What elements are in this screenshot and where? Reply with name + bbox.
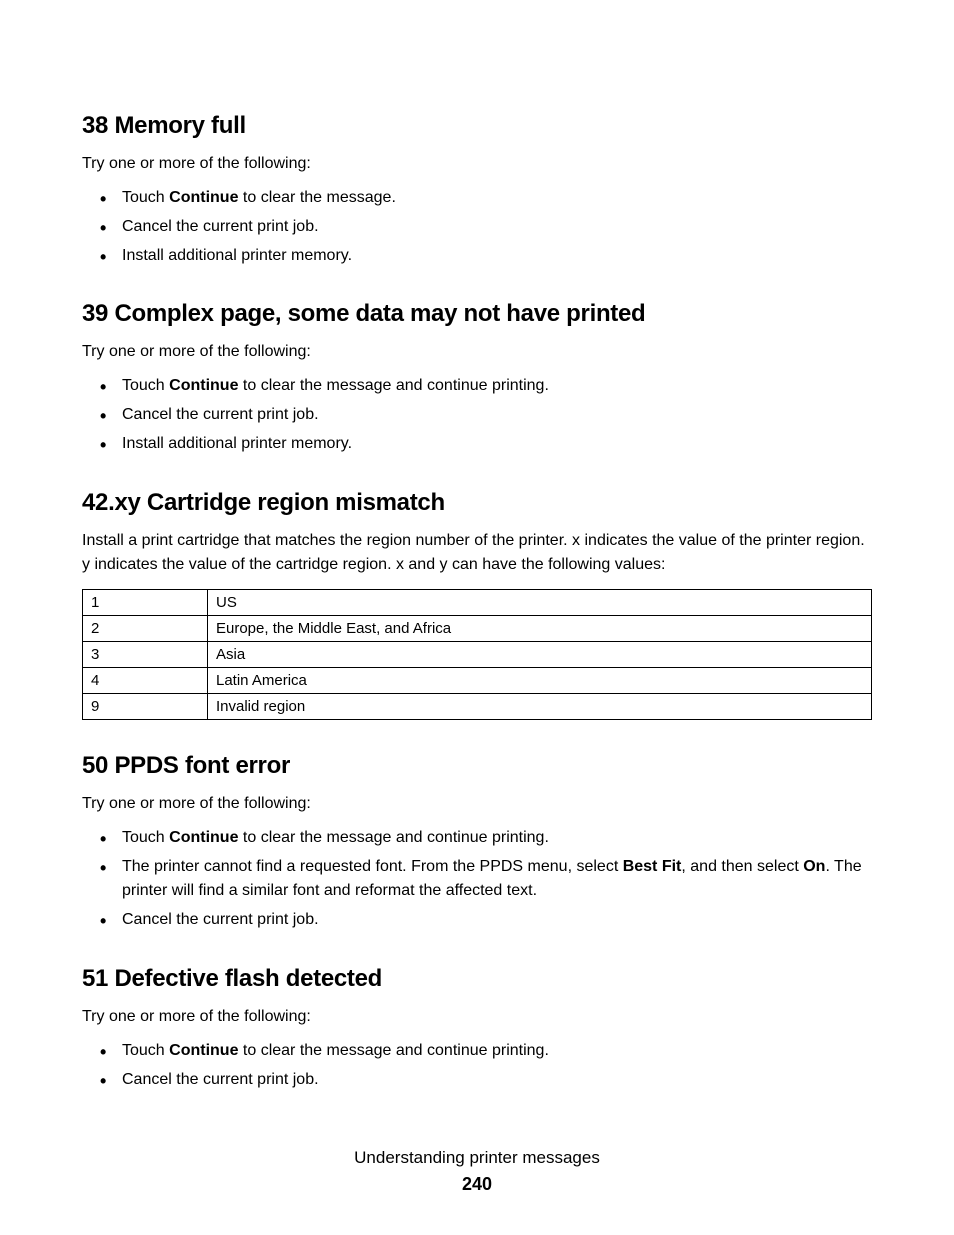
cell-code: 3 bbox=[83, 641, 208, 667]
list-item: Cancel the current print job. bbox=[110, 908, 872, 933]
region-table: 1US 2Europe, the Middle East, and Africa… bbox=[82, 589, 872, 720]
footer-page-number: 240 bbox=[0, 1174, 954, 1195]
cell-region: Latin America bbox=[208, 667, 872, 693]
cell-code: 9 bbox=[83, 693, 208, 719]
list-item: Cancel the current print job. bbox=[110, 403, 872, 428]
intro-50: Try one or more of the following: bbox=[82, 792, 872, 816]
list-item: Touch Continue to clear the message and … bbox=[110, 826, 872, 851]
cell-region: Asia bbox=[208, 641, 872, 667]
cell-code: 4 bbox=[83, 667, 208, 693]
table-row: 9Invalid region bbox=[83, 693, 872, 719]
intro-38: Try one or more of the following: bbox=[82, 152, 872, 176]
list-item: The printer cannot find a requested font… bbox=[110, 855, 872, 905]
list-38: Touch Continue to clear the message. Can… bbox=[82, 186, 872, 268]
heading-39: 39 Complex page, some data may not have … bbox=[82, 300, 872, 328]
list-item: Touch Continue to clear the message and … bbox=[110, 374, 872, 399]
table-row: 3Asia bbox=[83, 641, 872, 667]
intro-51: Try one or more of the following: bbox=[82, 1005, 872, 1029]
footer-title: Understanding printer messages bbox=[0, 1148, 954, 1168]
list-item: Install additional printer memory. bbox=[110, 244, 872, 269]
list-39: Touch Continue to clear the message and … bbox=[82, 374, 872, 456]
table-row: 1US bbox=[83, 589, 872, 615]
cell-region: US bbox=[208, 589, 872, 615]
table-row: 2Europe, the Middle East, and Africa bbox=[83, 615, 872, 641]
body-42: Install a print cartridge that matches t… bbox=[82, 529, 872, 577]
list-item: Touch Continue to clear the message and … bbox=[110, 1039, 872, 1064]
heading-51: 51 Defective flash detected bbox=[82, 965, 872, 993]
heading-42: 42.xy Cartridge region mismatch bbox=[82, 489, 872, 517]
list-item: Install additional printer memory. bbox=[110, 432, 872, 457]
list-50: Touch Continue to clear the message and … bbox=[82, 826, 872, 933]
page-footer: Understanding printer messages 240 bbox=[0, 1148, 954, 1195]
cell-region: Europe, the Middle East, and Africa bbox=[208, 615, 872, 641]
table-row: 4Latin America bbox=[83, 667, 872, 693]
heading-50: 50 PPDS font error bbox=[82, 752, 872, 780]
cell-region: Invalid region bbox=[208, 693, 872, 719]
list-item: Cancel the current print job. bbox=[110, 215, 872, 240]
intro-39: Try one or more of the following: bbox=[82, 340, 872, 364]
list-item: Touch Continue to clear the message. bbox=[110, 186, 872, 211]
list-51: Touch Continue to clear the message and … bbox=[82, 1039, 872, 1093]
heading-38: 38 Memory full bbox=[82, 112, 872, 140]
list-item: Cancel the current print job. bbox=[110, 1068, 872, 1093]
cell-code: 2 bbox=[83, 615, 208, 641]
cell-code: 1 bbox=[83, 589, 208, 615]
